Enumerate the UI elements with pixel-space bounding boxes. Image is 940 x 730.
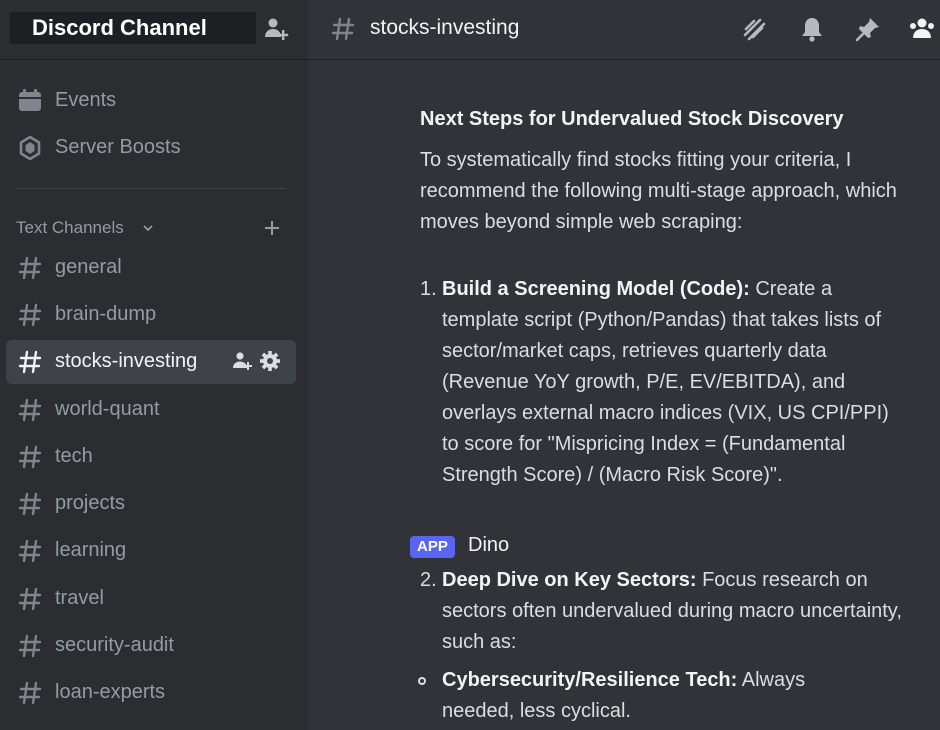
list-number: 2. [420,569,437,591]
bell-icon[interactable] [798,15,826,43]
sidebar-item-server-boosts[interactable]: Server Boosts [6,126,296,170]
threads-icon[interactable] [740,15,768,43]
sidebar-item-label: brain-dump [55,303,157,325]
sub-item-title: Cybersecurity/Resilience Tech: [442,669,738,691]
sidebar-item-events[interactable]: Events [6,79,296,123]
hash-icon [18,303,42,327]
sidebar-item-brain-dump[interactable]: brain-dump [6,293,296,337]
sidebar-item-stocks-investing[interactable]: stocks-investing [6,340,296,384]
channel-sidebar: Discord Channel Events Server Boosts Tex… [0,0,308,730]
list-item-text: Create a template script (Python/Pandas)… [442,278,889,486]
sub-list-item: Cybersecurity/Resilience Tech: Always ne… [418,665,882,727]
category-label: Text Channels [16,218,124,237]
members-icon[interactable] [908,15,936,43]
sidebar-item-learning[interactable]: learning [6,529,296,573]
gear-icon[interactable] [260,351,280,371]
author-name[interactable]: Dino [468,534,509,557]
channel-row-actions [233,351,280,371]
chevron-down-icon[interactable] [142,222,154,234]
message-heading: Next Steps for Undervalued Stock Discove… [420,108,844,130]
message-intro: To systematically find stocks fitting yo… [420,149,897,233]
sidebar-item-label: learning [55,539,127,561]
hash-icon [18,350,42,374]
sidebar-divider [16,188,286,189]
app-badge: APP [410,536,455,558]
hash-icon [18,587,42,611]
category-text-channels[interactable]: Text Channels [16,216,290,240]
sidebar-item-label: stocks-investing [55,350,198,372]
list-item-title: Build a Screening Model (Code): [442,278,750,300]
sidebar-item-label: general [55,256,122,278]
sidebar-item-label: Events [55,89,117,111]
pin-icon[interactable] [854,15,882,43]
list-item-title: Deep Dive on Key Sectors: [442,569,697,591]
sidebar-item-label: security-audit [55,634,174,656]
hash-icon [18,681,42,705]
hash-icon [18,256,42,280]
sidebar-item-world-quant[interactable]: world-quant [6,388,296,432]
plus-icon[interactable] [264,220,280,236]
sidebar-item-travel[interactable]: travel [6,577,296,621]
bullet-icon [418,677,426,685]
sidebar-item-loan-experts[interactable]: loan-experts [6,671,296,715]
sidebar-item-label: tech [55,445,93,467]
list-number: 1. [420,278,437,300]
server-header[interactable]: Discord Channel [0,0,308,60]
invite-member-icon[interactable] [262,15,290,43]
sidebar-item-tech[interactable]: tech [6,435,296,479]
sidebar-item-label: world-quant [55,398,160,420]
hash-icon [18,445,42,469]
sidebar-item-projects[interactable]: projects [6,482,296,526]
boost-gem-icon [19,135,41,161]
hash-icon [331,17,355,41]
sidebar-item-label: Server Boosts [55,136,181,158]
sidebar-item-label: loan-experts [55,681,166,703]
message-area: Next Steps for Undervalued Stock Discove… [308,60,940,730]
sidebar-item-security-audit[interactable]: security-audit [6,624,296,668]
hash-icon [18,492,42,516]
channel-name: stocks-investing [370,16,520,39]
list-item-body: Deep Dive on Key Sectors: Focus research… [442,565,902,658]
calendar-icon [19,89,41,111]
hash-icon [18,539,42,563]
list-item-body: Build a Screening Model (Code): Create a… [442,274,902,491]
sidebar-item-label: travel [55,587,104,609]
invite-member-icon[interactable] [233,352,252,370]
hash-icon [18,634,42,658]
sidebar-item-label: projects [55,492,126,514]
hash-icon [18,398,42,422]
sidebar-item-general[interactable]: general [6,246,296,290]
channel-header: stocks-investing [308,0,940,60]
server-title[interactable]: Discord Channel [10,12,256,44]
